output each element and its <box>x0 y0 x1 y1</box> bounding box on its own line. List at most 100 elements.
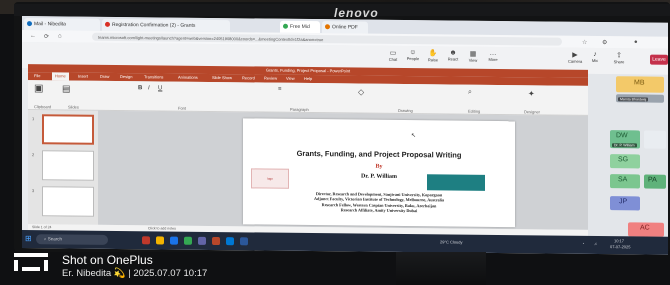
align-icon[interactable]: ≡ <box>278 87 282 93</box>
presenter-affiliations: Director, Research and Development, Sanj… <box>261 191 497 215</box>
mic-button[interactable]: ♪ Mic <box>588 51 602 63</box>
home-icon[interactable]: ⌂ <box>58 33 62 39</box>
participant-tile[interactable] <box>644 130 666 149</box>
share-icon: ⇪ <box>616 52 622 60</box>
ribbon-group-clipboard: Clipboard <box>34 104 52 110</box>
slide-title: Grants, Funding, and Project Proposal Wr… <box>296 148 462 160</box>
share-button[interactable]: ⇪ Share <box>612 51 626 64</box>
chat-button[interactable]: ▭ Chat <box>386 49 400 62</box>
slide-number: 2 <box>32 152 35 158</box>
browser-tab-mail[interactable]: Mail - Nibedita <box>24 18 100 31</box>
tab-insert[interactable]: Insert <box>78 74 88 79</box>
wifi-icon[interactable]: ◔ <box>582 241 584 246</box>
slide-thumbnail-pane: 1 2 3 <box>28 110 98 225</box>
slide-editing-canvas: ↖ Grants, Funding, and Project Proposal … <box>98 110 588 230</box>
tab-transitions[interactable]: Transitions <box>144 74 163 79</box>
camera-icon: ▶ <box>572 51 578 59</box>
participant-tile[interactable]: AC <box>628 222 664 237</box>
participant-initials: JP <box>619 198 628 206</box>
more-button[interactable]: … More <box>486 50 500 62</box>
participant-tile[interactable]: SA <box>610 174 640 189</box>
mouse-cursor-icon: ↖ <box>411 133 417 140</box>
tab-home[interactable]: Home <box>52 72 69 81</box>
slide-thumbnail[interactable] <box>42 150 94 181</box>
people-button[interactable]: ☺ People <box>406 49 420 61</box>
paste-icon[interactable]: ▣ <box>34 83 43 94</box>
ribbon-group-slides: Slides <box>68 104 79 110</box>
tab-file[interactable]: File <box>34 73 40 78</box>
app-icon[interactable] <box>142 236 150 245</box>
designer-icon[interactable]: ✦ <box>528 89 535 98</box>
participant-tile[interactable]: DW Dr. P. William <box>610 130 640 149</box>
camera-button[interactable]: ▶ Camera <box>568 51 582 64</box>
leave-button[interactable]: Leave <box>650 54 668 65</box>
tab-design[interactable]: Design <box>120 74 132 79</box>
watermark-author-date: Er. Nibedita 💫 | 2025.07.07 10:17 <box>62 268 208 279</box>
slide-thumbnail[interactable] <box>42 186 94 217</box>
word-icon[interactable] <box>240 237 248 246</box>
view-button[interactable]: ▦ View <box>466 50 480 63</box>
view-icon: ▦ <box>469 50 477 58</box>
browser-tab-free-mid[interactable]: Free Mid <box>280 20 320 34</box>
taskbar-search-box[interactable]: ⌕ Search <box>36 234 108 245</box>
new-slide-icon[interactable]: ▤ <box>62 83 71 94</box>
institute-logo <box>427 174 485 191</box>
clock-time[interactable]: 10:17 <box>614 238 624 243</box>
pdf-icon <box>325 24 330 30</box>
weather-status[interactable]: 29°C Cloudy <box>440 239 463 244</box>
tab-help[interactable]: Help <box>304 76 312 81</box>
participant-initials: PA <box>648 176 657 184</box>
react-button[interactable]: ☻ React <box>446 49 460 61</box>
slide-thumbnail[interactable] <box>42 114 94 145</box>
participant-tile[interactable]: SG <box>610 154 640 169</box>
slide-number: 3 <box>32 188 35 194</box>
notes-hint[interactable]: Click to add notes <box>148 226 176 230</box>
participant-initials: MB <box>634 79 645 87</box>
shapes-icon[interactable]: ◇ <box>358 88 364 97</box>
ribbon-group-editing: Editing <box>468 108 481 114</box>
raise-hand-button[interactable]: ✋ Raise <box>426 49 440 62</box>
participant-name: Dr. P. William <box>612 143 637 148</box>
profile-icon[interactable]: ● <box>634 39 638 45</box>
participant-name-tag: Mamta Bhardwaj <box>616 94 664 103</box>
affiliation-line: Research Affiliate, Amity University Dub… <box>340 207 418 214</box>
participant-initials: DW <box>616 132 628 140</box>
tab-animations[interactable]: Animations <box>178 75 198 80</box>
watermark-shot-on: Shot on OnePlus <box>62 253 153 267</box>
edge-icon[interactable] <box>170 236 178 245</box>
star-icon[interactable]: ☆ <box>582 39 587 46</box>
extensions-icon[interactable]: ⚙ <box>602 39 607 46</box>
find-icon[interactable]: ⌕ <box>468 89 472 97</box>
participant-tile[interactable]: MB <box>616 76 664 93</box>
current-slide[interactable]: ↖ Grants, Funding, and Project Proposal … <box>243 118 515 228</box>
tab-review[interactable]: Review <box>264 76 277 81</box>
participant-tile[interactable]: PA <box>644 174 666 189</box>
tab-slide-show[interactable]: Slide Show <box>212 75 232 80</box>
file-explorer-icon[interactable] <box>156 236 164 245</box>
italic-icon[interactable]: I <box>148 85 150 91</box>
tab-draw[interactable]: Draw <box>100 74 109 79</box>
participant-initials: SG <box>618 156 629 164</box>
powerpoint-icon[interactable] <box>212 236 220 246</box>
registration-icon <box>105 21 110 27</box>
clock-date[interactable]: 07-07-2025 <box>610 244 630 249</box>
ribbon-group-designer: Designer <box>524 109 541 115</box>
tab-record[interactable]: Record <box>242 75 255 80</box>
browser-tab-online-pdf[interactable]: Online PDF <box>322 21 368 34</box>
participant-name: Mamta Bhardwaj <box>618 97 649 102</box>
tab-view[interactable]: View <box>286 76 295 81</box>
volume-icon[interactable]: ♫ <box>594 241 597 246</box>
chat-icon: ▭ <box>389 49 397 57</box>
chrome-icon[interactable] <box>184 236 192 245</box>
bold-icon[interactable]: B <box>138 85 142 91</box>
participant-tile[interactable]: JP <box>610 196 640 211</box>
ribbon-group-font: Font <box>178 105 187 111</box>
teams-icon[interactable] <box>198 236 206 245</box>
mic-icon: ♪ <box>593 50 597 59</box>
back-icon[interactable]: ← <box>30 33 36 39</box>
windows-start-icon[interactable]: ⊞ <box>25 234 32 243</box>
underline-icon[interactable]: U <box>158 85 162 91</box>
slide-number: 1 <box>32 116 35 122</box>
refresh-icon[interactable]: ⟳ <box>44 33 49 40</box>
outlook-icon[interactable] <box>226 237 234 246</box>
